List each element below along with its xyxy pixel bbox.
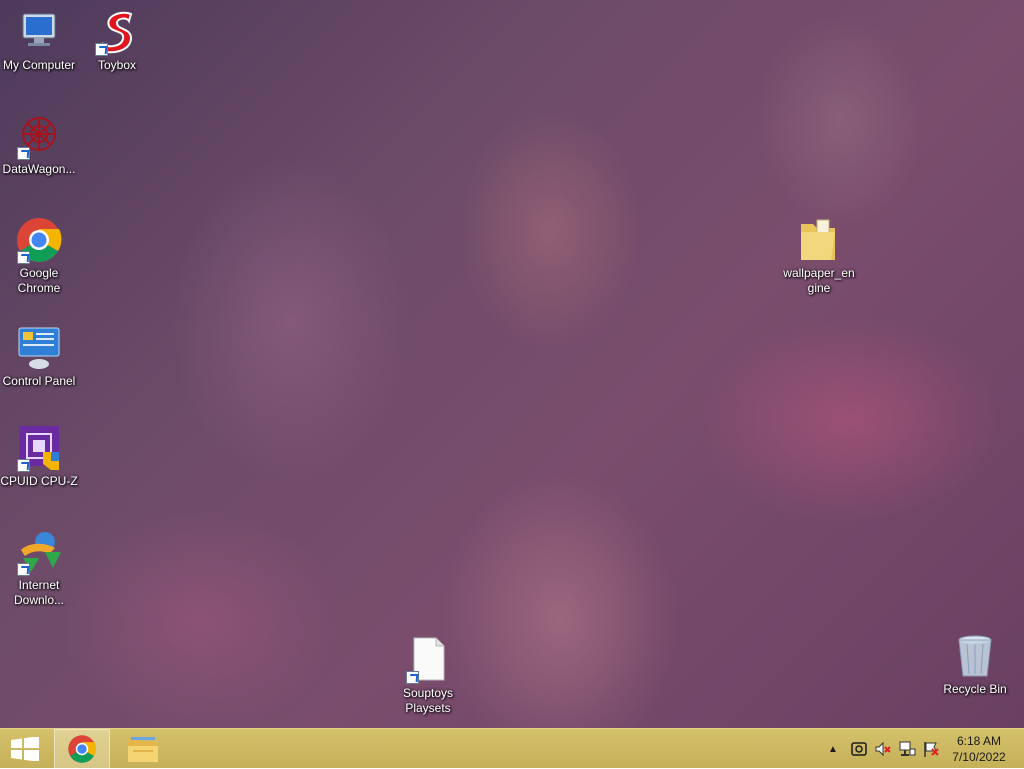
network-sharing-icon[interactable] (850, 740, 868, 758)
icon-label: Recycle Bin (943, 682, 1007, 696)
souptoys-playsets-shortcut[interactable]: Souptoys Playsets (389, 636, 467, 716)
taskbar-file-explorer-button[interactable] (115, 729, 171, 769)
shortcut-arrow-icon (17, 251, 30, 264)
datawagon-shortcut[interactable]: DataWagon... (0, 112, 78, 177)
shortcut-arrow-icon (17, 563, 30, 576)
cpu-z-shortcut[interactable]: CPUID CPU-Z (0, 424, 78, 489)
shortcut-arrow-icon (406, 671, 419, 684)
my-computer-shortcut[interactable]: My Computer (0, 8, 78, 73)
computer-icon (15, 8, 63, 56)
system-tray: ▲ (826, 729, 940, 769)
icon-label: Toybox (97, 58, 137, 72)
recycle-bin[interactable]: Recycle Bin (936, 632, 1014, 697)
action-center-flag-icon[interactable] (922, 740, 940, 758)
icon-label: CPUID CPU-Z (0, 474, 78, 488)
internet-download-manager-icon (15, 528, 63, 576)
shortcut-arrow-icon (17, 147, 30, 160)
chrome-icon (15, 216, 63, 264)
start-button[interactable] (0, 729, 50, 769)
google-chrome-shortcut[interactable]: Google Chrome (0, 216, 78, 296)
toybox-icon (93, 8, 141, 56)
chrome-icon (68, 735, 97, 763)
control-panel-shortcut[interactable]: Control Panel (0, 324, 78, 389)
icon-label: Control Panel (2, 374, 76, 388)
internet-download-manager-shortcut[interactable]: Internet Downlo... (0, 528, 78, 608)
wallpaper-engine-folder[interactable]: wallpaper_engine (780, 216, 858, 296)
cpu-z-icon (15, 424, 63, 472)
network-icon[interactable] (898, 740, 916, 758)
taskbar-chrome-button[interactable] (54, 729, 110, 769)
show-hidden-icons-chevron[interactable]: ▲ (826, 744, 840, 755)
icon-label: Google Chrome (17, 266, 61, 295)
control-panel-icon (15, 324, 63, 372)
toybox-shortcut[interactable]: Toybox (78, 8, 156, 73)
volume-muted-icon[interactable] (874, 740, 892, 758)
file-explorer-icon (128, 737, 158, 762)
blank-document-icon (404, 636, 452, 684)
datawagon-icon (15, 112, 63, 160)
icon-label: Internet Downlo... (13, 578, 65, 607)
folder-icon (795, 216, 843, 264)
clock-date: 7/10/2022 (952, 750, 1006, 764)
icon-label: wallpaper_engine (783, 266, 855, 295)
shortcut-arrow-icon (95, 43, 108, 56)
taskbar-clock[interactable]: 6:18 AM 7/10/2022 (944, 733, 1014, 765)
recycle-bin-icon (951, 632, 999, 680)
icon-label: DataWagon... (2, 162, 76, 176)
taskbar: ▲ 6:18 AM 7/10/2022 (0, 728, 1024, 769)
icon-label: My Computer (2, 58, 76, 72)
desktop-background[interactable]: My Computer Toybox DataWagon... Google C… (0, 0, 1024, 728)
windows-logo-icon (11, 737, 39, 761)
shortcut-arrow-icon (17, 459, 30, 472)
icon-label: Souptoys Playsets (402, 686, 454, 715)
clock-time: 6:18 AM (956, 734, 1002, 748)
